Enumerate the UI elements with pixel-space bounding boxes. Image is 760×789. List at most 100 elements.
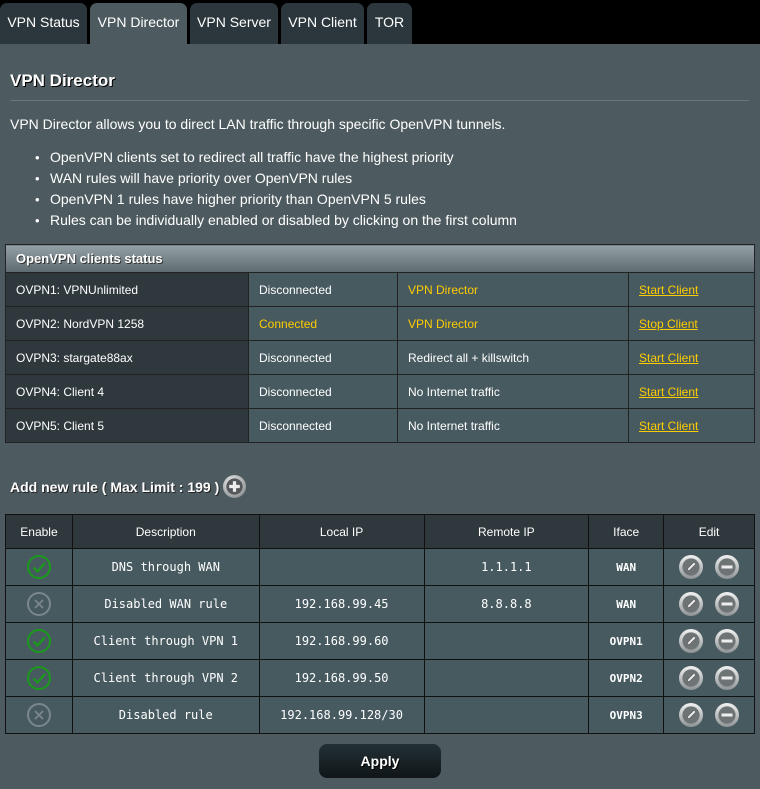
client-state: Disconnected (248, 408, 398, 443)
client-name: OVPN5: Client 5 (5, 408, 249, 443)
client-name: OVPN3: stargate88ax (5, 340, 249, 375)
enabled-check-icon[interactable] (26, 628, 52, 654)
rule-local-ip: 192.168.99.50 (258, 659, 425, 697)
apply-button[interactable]: Apply (319, 744, 441, 778)
header-description: Description (71, 514, 260, 549)
title-divider (10, 100, 749, 101)
tab-vpn-director[interactable]: VPN Director (90, 3, 187, 44)
rule-local-ip: 192.168.99.60 (258, 622, 425, 660)
tab-vpn-status[interactable]: VPN Status (0, 3, 87, 44)
delete-minus-icon[interactable] (714, 554, 740, 580)
clients-status-header: OpenVPN clients status (5, 244, 755, 273)
header-remote-ip: Remote IP (423, 514, 590, 549)
delete-minus-icon[interactable] (714, 702, 740, 728)
client-action-cell: Start Client (628, 408, 755, 443)
header-iface: Iface (588, 514, 665, 549)
rule-description: DNS through WAN (71, 548, 260, 586)
page-title: VPN Director (10, 71, 115, 90)
client-status-row: OVPN2: NordVPN 1258 Connected VPN Director… (5, 306, 755, 341)
header-enable: Enable (5, 514, 73, 549)
rule-remote-ip: 8.8.8.8 (423, 585, 590, 623)
plus-circle-icon[interactable] (222, 474, 247, 499)
client-name: OVPN1: VPNUnlimited (5, 272, 249, 307)
client-name: OVPN4: Client 4 (5, 374, 249, 409)
add-rule-row: Add new rule ( Max Limit : 199 ) (10, 474, 247, 499)
tab-vpn-server[interactable]: VPN Server (190, 3, 278, 44)
rule-enable-cell[interactable] (5, 622, 73, 660)
edit-pencil-icon[interactable] (678, 591, 704, 617)
start-client-link[interactable]: Start Client (639, 419, 698, 433)
enabled-check-icon[interactable] (26, 665, 52, 691)
info-item: WAN rules will have priority over OpenVP… (35, 171, 517, 192)
rule-local-ip: 192.168.99.45 (258, 585, 425, 623)
client-state: Disconnected (248, 272, 398, 307)
rule-edit-cell (663, 548, 755, 586)
client-status-row: OVPN3: stargate88ax Disconnected Redirect … (5, 340, 755, 375)
client-action-cell: Start Client (628, 340, 755, 375)
rule-iface: OVPN3 (588, 696, 665, 734)
rule-edit-cell (663, 585, 755, 623)
delete-minus-icon[interactable] (714, 628, 740, 654)
info-list: OpenVPN clients set to redirect all traf… (35, 150, 517, 234)
rule-row: Disabled rule 192.168.99.128/30 OVPN3 (5, 696, 755, 734)
rule-row: DNS through WAN 1.1.1.1 WAN (5, 548, 755, 586)
client-action-cell: Stop Client (628, 306, 755, 341)
client-mode: No Internet traffic (397, 408, 629, 443)
rule-remote-ip (423, 696, 590, 734)
rule-iface: OVPN1 (588, 622, 665, 660)
client-state: Disconnected (248, 340, 398, 375)
rule-remote-ip: 1.1.1.1 (423, 548, 590, 586)
rule-local-ip: 192.168.99.128/30 (258, 696, 425, 734)
info-item: Rules can be individually enabled or dis… (35, 213, 517, 234)
client-mode: Redirect all + killswitch (397, 340, 629, 375)
disabled-x-icon[interactable] (26, 591, 52, 617)
start-client-link[interactable]: Start Client (639, 351, 698, 365)
rule-edit-cell (663, 659, 755, 697)
rule-enable-cell[interactable] (5, 659, 73, 697)
edit-pencil-icon[interactable] (678, 665, 704, 691)
rule-iface: WAN (588, 585, 665, 623)
rule-description: Disabled WAN rule (71, 585, 260, 623)
client-mode: VPN Director (397, 272, 629, 307)
client-mode: No Internet traffic (397, 374, 629, 409)
edit-pencil-icon[interactable] (678, 702, 704, 728)
tab-tor[interactable]: TOR (367, 3, 412, 44)
info-item: OpenVPN clients set to redirect all traf… (35, 150, 517, 171)
edit-pencil-icon[interactable] (678, 628, 704, 654)
disabled-x-icon[interactable] (26, 702, 52, 728)
rule-edit-cell (663, 696, 755, 734)
rule-description: Client through VPN 2 (71, 659, 260, 697)
clients-status-table: OpenVPN clients status OVPN1: VPNUnlimit… (5, 244, 755, 443)
client-name: OVPN2: NordVPN 1258 (5, 306, 249, 341)
client-mode: VPN Director (397, 306, 629, 341)
rule-enable-cell[interactable] (5, 585, 73, 623)
client-state: Disconnected (248, 374, 398, 409)
client-status-row: OVPN4: Client 4 Disconnected No Internet t… (5, 374, 755, 409)
client-status-row: OVPN1: VPNUnlimited Disconnected VPN Direc… (5, 272, 755, 307)
rule-remote-ip (423, 622, 590, 660)
edit-pencil-icon[interactable] (678, 554, 704, 580)
start-client-link[interactable]: Start Client (639, 283, 698, 297)
add-rule-label: Add new rule ( Max Limit : 199 ) (10, 478, 220, 495)
rule-row: Client through VPN 1 192.168.99.60 OVPN1 (5, 622, 755, 660)
delete-minus-icon[interactable] (714, 665, 740, 691)
rule-iface: WAN (588, 548, 665, 586)
rule-iface: OVPN2 (588, 659, 665, 697)
enabled-check-icon[interactable] (26, 554, 52, 580)
info-item: OpenVPN 1 rules have higher priority tha… (35, 192, 517, 213)
intro-text: VPN Director allows you to direct LAN tr… (10, 116, 506, 132)
rule-description: Disabled rule (71, 696, 260, 734)
tab-vpn-client[interactable]: VPN Client (281, 3, 364, 44)
client-action-cell: Start Client (628, 272, 755, 307)
stop-client-link[interactable]: Stop Client (639, 317, 698, 331)
start-client-link[interactable]: Start Client (639, 385, 698, 399)
rule-row: Client through VPN 2 192.168.99.50 OVPN2 (5, 659, 755, 697)
rules-table: Enable Description Local IP Remote IP If… (5, 514, 755, 734)
rule-enable-cell[interactable] (5, 548, 73, 586)
content-panel: VPN Director VPN Director allows you to … (0, 44, 760, 789)
client-status-row: OVPN5: Client 5 Disconnected No Internet t… (5, 408, 755, 443)
header-edit: Edit (663, 514, 755, 549)
delete-minus-icon[interactable] (714, 591, 740, 617)
rule-description: Client through VPN 1 (71, 622, 260, 660)
rule-enable-cell[interactable] (5, 696, 73, 734)
